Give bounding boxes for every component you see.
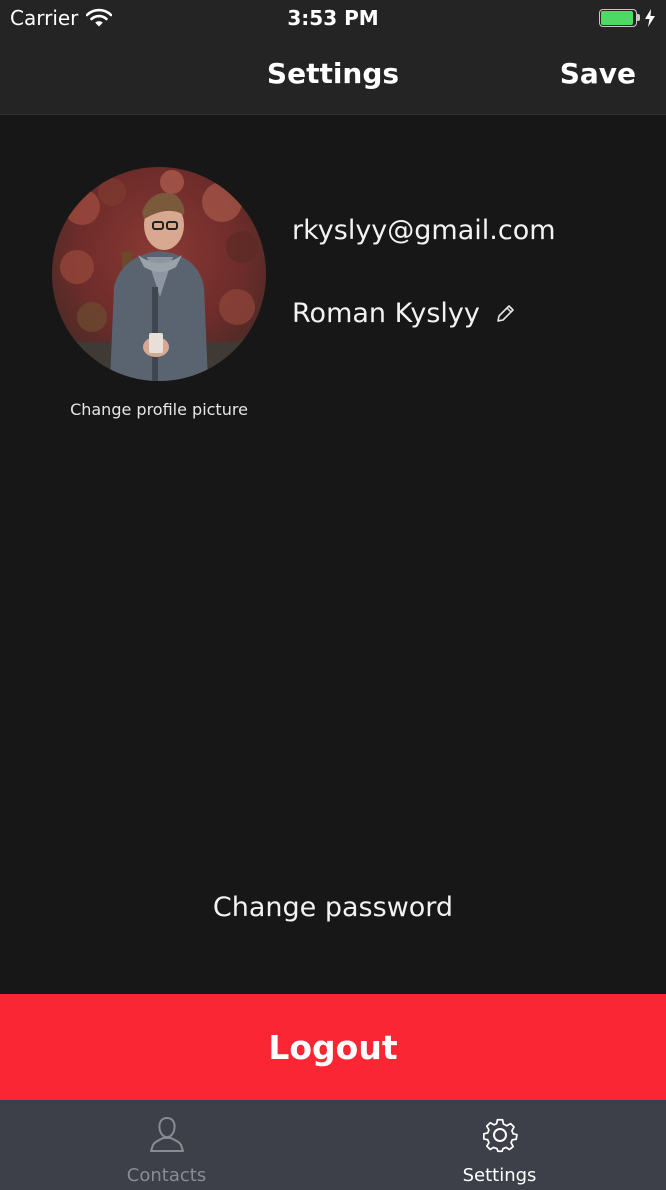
- save-button[interactable]: Save: [560, 57, 636, 90]
- name-row: Roman Kyslyy: [292, 298, 516, 329]
- profile-avatar[interactable]: [52, 167, 266, 381]
- tab-contacts-label: Contacts: [126, 1165, 207, 1186]
- charging-bolt-icon: [645, 9, 655, 27]
- avatar-photo: [52, 167, 266, 381]
- settings-screen: Carrier 3:53 PM Settings Save Change pro…: [0, 0, 666, 1190]
- battery-icon: [599, 9, 640, 27]
- pencil-icon[interactable]: [494, 303, 516, 325]
- status-time: 3:53 PM: [287, 6, 379, 30]
- tab-settings-label: Settings: [462, 1165, 537, 1186]
- tab-bar: Contacts Settings: [0, 1100, 666, 1190]
- tab-contacts[interactable]: Contacts: [0, 1100, 333, 1190]
- battery-indicator: [599, 9, 656, 27]
- logout-label: Logout: [268, 1027, 398, 1067]
- person-icon: [149, 1116, 184, 1152]
- battery-fill: [601, 11, 633, 25]
- change-password-button[interactable]: Change password: [0, 892, 666, 923]
- battery-tip: [637, 14, 640, 21]
- tab-settings[interactable]: Settings: [333, 1100, 666, 1190]
- logout-button[interactable]: Logout: [0, 994, 666, 1100]
- name-label: Roman Kyslyy: [292, 298, 480, 329]
- navigation-bar: Settings Save: [0, 38, 666, 115]
- status-bar: Carrier 3:53 PM: [0, 0, 666, 38]
- change-profile-picture-link[interactable]: Change profile picture: [52, 400, 266, 419]
- email-label: rkyslyy@gmail.com: [292, 215, 556, 246]
- gear-icon: [482, 1118, 518, 1153]
